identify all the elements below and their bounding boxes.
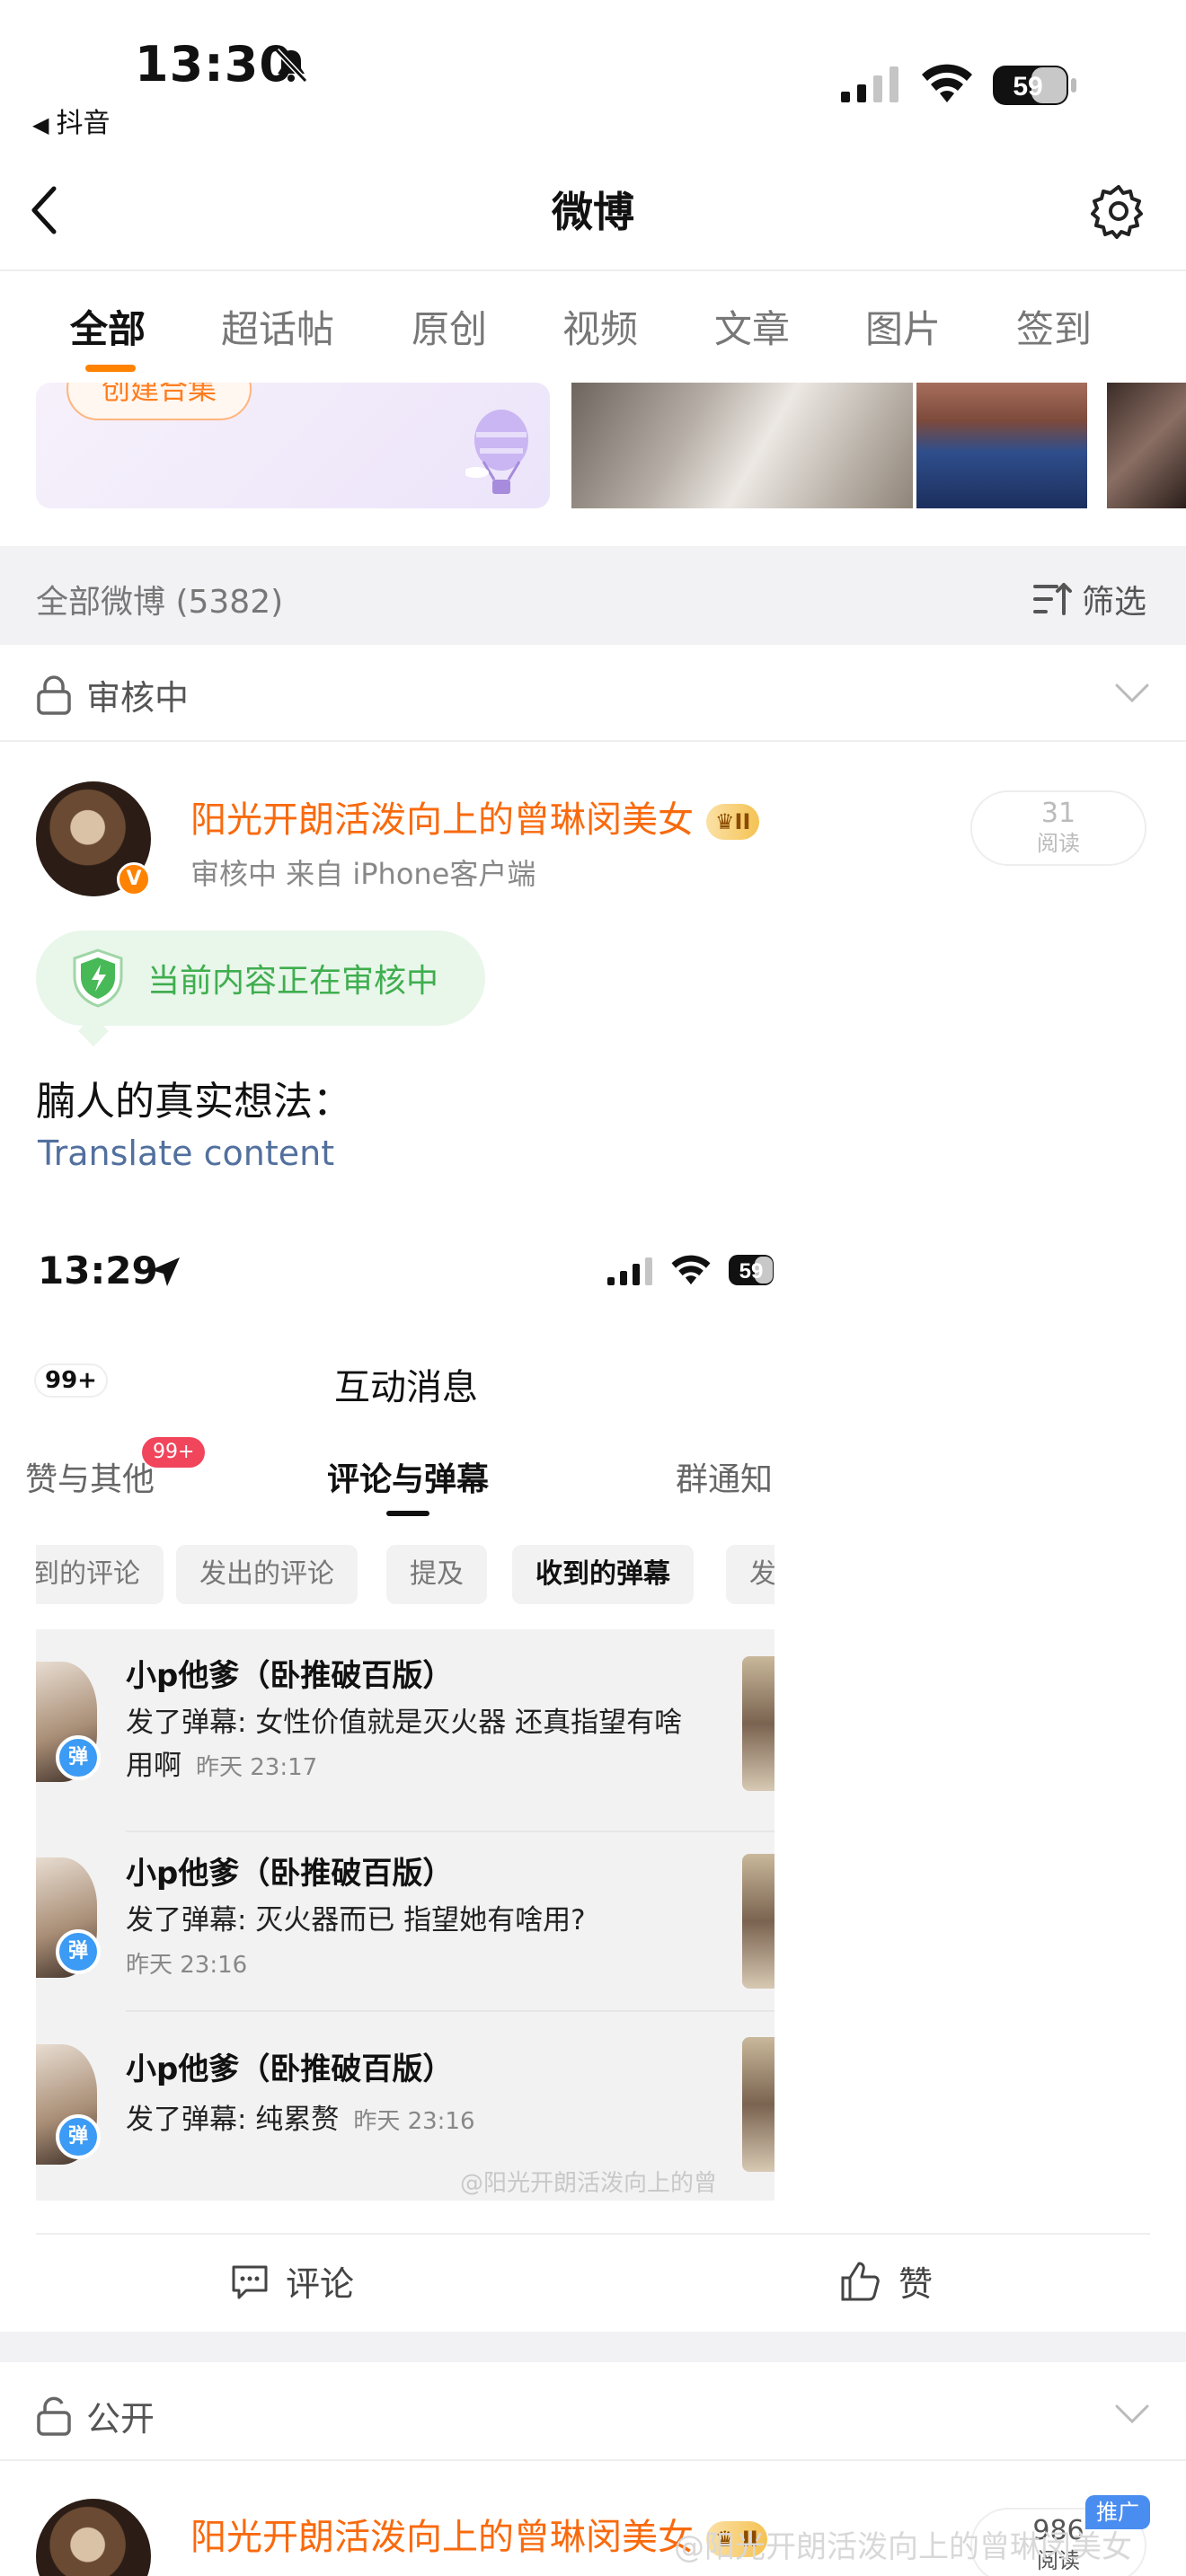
settings-gear-icon[interactable]	[1091, 183, 1146, 239]
tab-unread-badge: 99+	[142, 1437, 206, 1468]
shield-check-icon	[68, 947, 128, 1010]
chevron-down-icon[interactable]	[1114, 683, 1150, 704]
message-time: 昨天 23:16	[126, 1952, 248, 1979]
sort-filter-icon	[1033, 581, 1073, 617]
embedded-tab-comments[interactable]: 评论与弹幕	[327, 1453, 489, 1500]
tab-all[interactable]: 全部	[70, 299, 146, 354]
message-thumbnail[interactable]	[742, 2037, 774, 2172]
member-crown-icon: ♛ II	[706, 804, 760, 840]
avatar[interactable]	[36, 2499, 151, 2576]
hot-air-balloon-icon	[465, 408, 537, 507]
embedded-tab-group[interactable]: 群通知	[676, 1453, 773, 1500]
thumbs-up-icon	[839, 2260, 882, 2303]
like-label: 赞	[898, 2264, 934, 2304]
divider	[0, 740, 1186, 742]
post-gap	[0, 2332, 1186, 2362]
read-count: 31	[1040, 798, 1076, 829]
watermark: @阳光开朗活泼向上的曾琳闵美女	[674, 2529, 1132, 2565]
comment-button[interactable]: 评论	[230, 2256, 354, 2306]
embedded-tab-indicator	[386, 1511, 429, 1516]
danmaku-badge-icon: 弹	[56, 1929, 101, 1974]
review-notice-text: 当前内容正在审核中	[147, 963, 439, 1000]
embedded-signal-icon	[606, 1256, 654, 1286]
location-arrow-icon	[147, 1254, 183, 1290]
unread-badge: 99+	[36, 1365, 106, 1396]
read-label: 阅读	[1037, 831, 1080, 856]
page-title: 微博	[552, 188, 634, 236]
svg-text:59: 59	[1013, 72, 1042, 101]
post-text: 腩人的真实想法：	[36, 1079, 352, 1125]
message-list: 弹 小p他爹（卧推破百版） 发了弹幕: 女性价值就是灭火器 还真指望有啥用啊 昨天…	[36, 1629, 774, 2201]
filter-button[interactable]: 筛选	[1033, 576, 1146, 622]
section-under-review[interactable]: 审核中	[36, 670, 189, 719]
status-time: 13:30	[135, 36, 294, 93]
gallery-photo-2[interactable]	[916, 383, 1087, 508]
message-thumbnail[interactable]	[742, 1854, 774, 1989]
message-author: 小p他爹（卧推破百版）	[126, 1658, 454, 1694]
mute-bell-icon	[271, 45, 311, 84]
message-time: 昨天 23:17	[196, 1754, 318, 1781]
comment-icon	[230, 2262, 270, 2301]
create-collection-button[interactable]: 创建合集	[66, 383, 252, 420]
message-time: 昨天 23:16	[353, 2108, 475, 2135]
message-author: 小p他爹（卧推破百版）	[126, 2051, 454, 2087]
chevron-down-icon[interactable]	[1114, 2404, 1150, 2425]
embedded-tab-likes[interactable]: 赞与其他	[25, 1453, 155, 1500]
chip-mentions[interactable]: 提及	[386, 1545, 487, 1604]
unlock-icon	[36, 2396, 72, 2436]
list-item[interactable]: 弹 小p他爹（卧推破百版） 发了弹幕: 灭火器而已 指望她有啥用? 昨天 23:1…	[36, 1832, 774, 2012]
tab-article[interactable]: 文章	[714, 299, 790, 354]
translate-link[interactable]: Translate content	[38, 1134, 334, 1173]
create-collection-card[interactable]: 创建合集	[36, 383, 550, 508]
message-author: 小p他爹（卧推破百版）	[126, 1856, 454, 1892]
danmaku-badge-icon: 弹	[56, 2114, 101, 2159]
tab-images[interactable]: 图片	[865, 299, 941, 354]
list-item[interactable]: 弹 小p他爹（卧推破百版） 发了弹幕: 女性价值就是灭火器 还真指望有啥用啊 昨天…	[36, 1629, 774, 1832]
signal-icon	[839, 65, 900, 104]
tab-original[interactable]: 原创	[412, 299, 487, 354]
review-notice: 当前内容正在审核中	[36, 931, 485, 1026]
message-thumbnail[interactable]	[742, 1656, 774, 1791]
embedded-title: 互动消息	[334, 1367, 478, 1408]
wifi-icon	[920, 63, 974, 104]
section-public[interactable]: 公开	[36, 2391, 155, 2440]
embedded-watermark: @阳光开朗活泼向上的曾	[460, 2170, 718, 2197]
all-weibo-count: 全部微博 (5382)	[36, 584, 284, 621]
post-meta: 审核中 来自 iPhone客户端	[190, 857, 536, 891]
chip-received-danmaku[interactable]: 收到的弹幕	[512, 1545, 694, 1604]
verified-badge-icon: V	[117, 862, 151, 896]
tab-video[interactable]: 视频	[562, 299, 638, 354]
chip-row: 到的评论 发出的评论 提及 收到的弹幕 发	[36, 1545, 774, 1604]
chip-sent-comments[interactable]: 发出的评论	[176, 1545, 358, 1604]
lock-icon	[36, 675, 72, 715]
back-app-label: 抖音	[56, 108, 111, 139]
danmaku-badge-icon: 弹	[56, 1735, 101, 1780]
embedded-time: 13:29	[38, 1248, 158, 1292]
active-tab-indicator	[85, 365, 136, 372]
embedded-battery-icon: 59	[728, 1254, 774, 1286]
nav-divider	[0, 269, 1186, 271]
svg-text:59: 59	[739, 1259, 764, 1284]
author-name[interactable]: 阳光开朗活泼向上的曾琳闵美女 ♛ II	[190, 790, 760, 842]
divider	[36, 2233, 1150, 2235]
tab-checkin[interactable]: 签到	[1016, 299, 1092, 354]
read-count-pill: 31 阅读	[970, 790, 1146, 866]
tab-supertopic[interactable]: 超话帖	[221, 299, 334, 354]
section-label: 审核中	[86, 678, 190, 718]
battery-icon: 59	[992, 65, 1078, 106]
back-to-app[interactable]: ◀ 抖音	[32, 101, 110, 140]
like-button[interactable]: 赞	[839, 2256, 933, 2306]
section-label: 公开	[86, 2399, 155, 2439]
gallery-photo-1[interactable]	[571, 383, 913, 508]
message-body: 发了弹幕: 灭火器而已 指望她有啥用? 昨天 23:16	[126, 1904, 586, 1979]
gallery-photo-3[interactable]	[1107, 383, 1186, 508]
filter-label: 筛选	[1082, 584, 1147, 621]
chip-received-comments[interactable]: 到的评论	[36, 1545, 164, 1604]
message-body: 发了弹幕: 纯累赘 昨天 23:16	[126, 2104, 475, 2136]
embedded-wifi-icon	[670, 1254, 712, 1286]
chip-more[interactable]: 发	[726, 1545, 774, 1604]
divider	[0, 2459, 1186, 2461]
message-body: 发了弹幕: 女性价值就是灭火器 还真指望有啥用啊 昨天 23:17	[126, 1707, 683, 1782]
comment-label: 评论	[286, 2264, 355, 2304]
